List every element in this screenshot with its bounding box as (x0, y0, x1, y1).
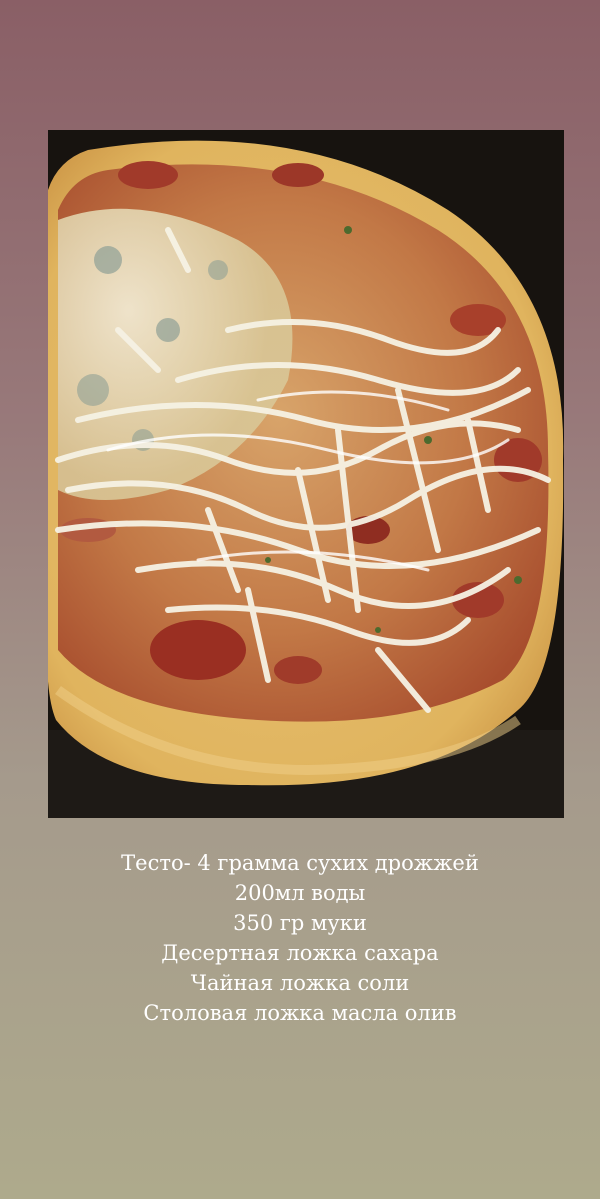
caption-line: 200мл воды (234, 881, 366, 905)
pizza-photo (48, 130, 564, 818)
recipe-caption: Тесто- 4 грамма сухих дрожжей 200мл воды… (0, 848, 600, 1028)
caption-line: Тесто- 4 грамма сухих дрожжей (121, 851, 479, 875)
caption-line: Чайная ложка соли (190, 971, 410, 995)
caption-line: Десертная ложка сахара (161, 941, 439, 965)
caption-line: Столовая ложка масла олив (143, 1001, 457, 1025)
caption-line: 350 гр муки (233, 911, 367, 935)
